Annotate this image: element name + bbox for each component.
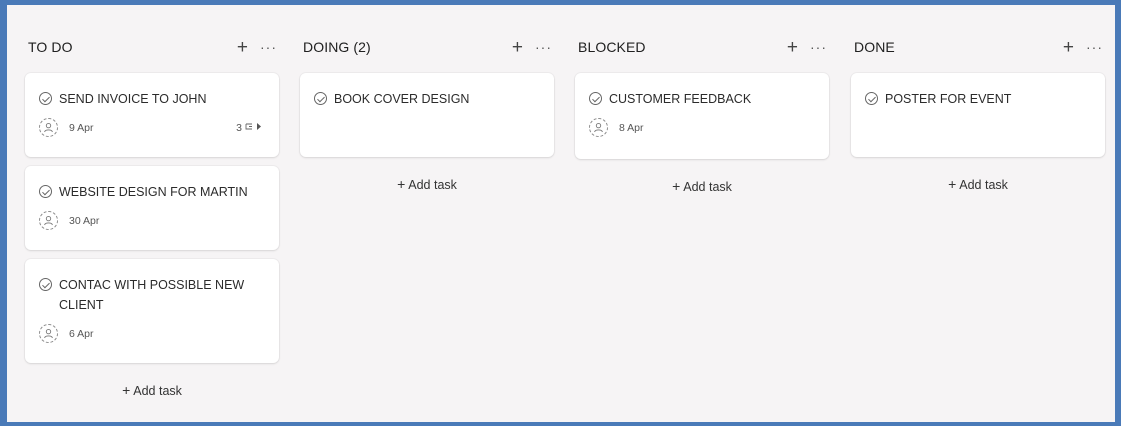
circle-check-icon[interactable] [39,92,52,105]
add-task-label: Add task [408,178,457,192]
more-horizontal-icon[interactable]: ··· [1086,39,1103,55]
task-card[interactable]: SEND INVOICE TO JOHN 9 Apr 3 [25,73,279,157]
more-horizontal-icon[interactable]: ··· [260,39,277,55]
card-title-row: CONTAC WITH POSSIBLE NEW CLIENT [39,275,265,315]
subtask-icon [245,122,263,134]
column-todo: TO DO + ··· SEND INVOICE TO JOHN 9 Apr 3… [25,33,279,398]
column-blocked: BLOCKED + ··· CUSTOMER FEEDBACK 8 Apr + … [575,33,829,194]
circle-check-icon[interactable] [314,92,327,105]
card-meta: 9 Apr 3 [39,118,265,137]
kanban-board: TO DO + ··· SEND INVOICE TO JOHN 9 Apr 3… [25,33,1117,413]
column-title: BLOCKED [578,39,646,55]
unassigned-person-icon[interactable] [39,324,58,343]
circle-check-icon[interactable] [865,92,878,105]
add-task-button[interactable]: + Add task [25,382,279,398]
plus-icon: + [672,178,681,194]
plus-icon[interactable]: + [1063,38,1074,57]
card-title-row: WEBSITE DESIGN FOR MARTIN [39,182,265,202]
due-date: 9 Apr [69,121,94,134]
unassigned-person-icon[interactable] [39,211,58,230]
more-horizontal-icon[interactable]: ··· [535,39,552,55]
column-title: DOING (2) [303,39,371,55]
task-card[interactable]: BOOK COVER DESIGN [300,73,554,157]
task-card[interactable]: WEBSITE DESIGN FOR MARTIN 30 Apr [25,166,279,250]
add-task-label: Add task [683,180,732,194]
add-task-label: Add task [133,384,182,398]
card-meta: 30 Apr [39,211,265,230]
due-date: 8 Apr [619,121,644,134]
task-card[interactable]: POSTER FOR EVENT [851,73,1105,157]
column-done: DONE + ··· POSTER FOR EVENT + Add task [851,33,1105,192]
circle-check-icon[interactable] [589,92,602,105]
column-header: TO DO + ··· [25,33,279,61]
due-date: 30 Apr [69,214,100,227]
unassigned-person-icon[interactable] [589,118,608,137]
column-header: DOING (2) + ··· [300,33,554,61]
plus-icon[interactable]: + [512,38,523,57]
add-task-label: Add task [959,178,1008,192]
card-meta: 6 Apr [39,324,265,343]
add-task-button[interactable]: + Add task [851,176,1105,192]
circle-check-icon[interactable] [39,278,52,291]
column-title: TO DO [28,39,73,55]
task-card[interactable]: CONTAC WITH POSSIBLE NEW CLIENT 6 Apr [25,259,279,363]
plus-icon: + [397,176,406,192]
column-title: DONE [854,39,895,55]
task-card[interactable]: CUSTOMER FEEDBACK 8 Apr [575,73,829,159]
plus-icon: + [122,382,131,398]
card-title: SEND INVOICE TO JOHN [59,92,207,106]
circle-check-icon[interactable] [39,185,52,198]
plus-icon[interactable]: + [787,38,798,57]
subtask-indicator[interactable]: 3 [236,122,263,134]
card-title: WEBSITE DESIGN FOR MARTIN [59,185,248,199]
plus-icon[interactable]: + [237,38,248,57]
add-task-button[interactable]: + Add task [300,176,554,192]
column-header: DONE + ··· [851,33,1105,61]
card-title: CONTAC WITH POSSIBLE NEW CLIENT [59,278,245,312]
card-title-row: CUSTOMER FEEDBACK [589,89,815,109]
subtask-count: 3 [236,121,242,134]
column-doing: DOING (2) + ··· BOOK COVER DESIGN + Add t… [300,33,554,192]
column-actions: + ··· [1063,38,1103,57]
column-actions: + ··· [237,38,277,57]
card-title-row: SEND INVOICE TO JOHN [39,89,265,109]
unassigned-person-icon[interactable] [39,118,58,137]
plus-icon: + [948,176,957,192]
column-actions: + ··· [512,38,552,57]
card-title-row: POSTER FOR EVENT [865,89,1091,109]
card-title: BOOK COVER DESIGN [334,92,470,106]
more-horizontal-icon[interactable]: ··· [810,39,827,55]
card-title: CUSTOMER FEEDBACK [609,92,752,106]
column-header: BLOCKED + ··· [575,33,829,61]
column-actions: + ··· [787,38,827,57]
due-date: 6 Apr [69,327,94,340]
card-title-row: BOOK COVER DESIGN [314,89,540,109]
app-frame: TO DO + ··· SEND INVOICE TO JOHN 9 Apr 3… [0,0,1121,426]
card-meta: 8 Apr [589,118,815,137]
add-task-button[interactable]: + Add task [575,178,829,194]
card-title: POSTER FOR EVENT [885,92,1012,106]
